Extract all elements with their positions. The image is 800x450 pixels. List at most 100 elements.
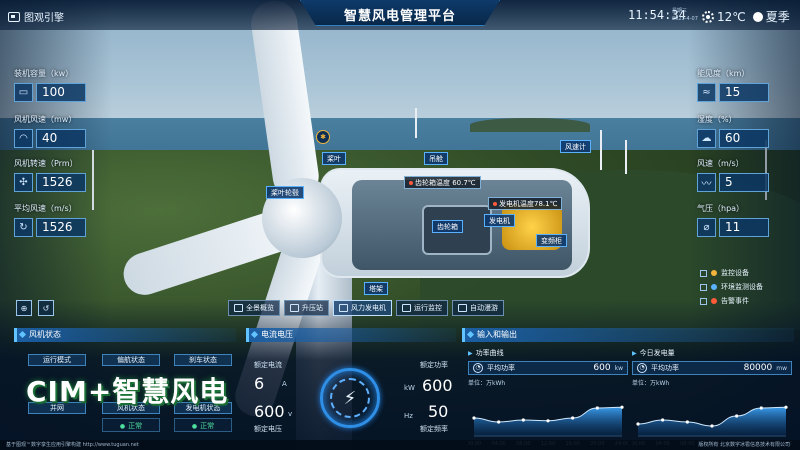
stat-installed-capacity: 装机容量（kw） ▭ 100 [14, 68, 86, 102]
nav-auto-tour[interactable]: 自动漫游 [452, 300, 504, 316]
map-legend: 监控设备 环境监测设备 告警事件 [700, 266, 782, 308]
watermark: CIM+智慧风电 [26, 375, 229, 408]
data-point [472, 416, 476, 420]
logo-icon [8, 11, 20, 22]
checkbox-icon[interactable] [700, 297, 707, 305]
power-unit: kW [404, 384, 415, 392]
locate-icon[interactable]: ⊕ [16, 300, 32, 316]
page-title: 智慧风电管理平台 [343, 9, 456, 24]
monitor-icon [402, 304, 411, 312]
monitor-pin-icon[interactable]: ✱ [316, 130, 330, 144]
callout-generator[interactable]: 发电机 [484, 214, 515, 227]
data-point [620, 405, 624, 409]
freq-label: 额定频率 [420, 425, 448, 433]
checkbox-icon[interactable] [700, 269, 707, 277]
lightning-icon: ⚡ [330, 378, 370, 418]
season-icon [752, 11, 763, 22]
generator-temp: 发电机温度78.1℃ [499, 200, 558, 208]
gearbox-temp-label[interactable]: 齿轮箱温度 60.7℃ [404, 176, 481, 189]
logo: 图观引擎 [8, 9, 64, 24]
kv-value: 600 [593, 363, 611, 373]
status-brake: 刹车状态 [174, 354, 232, 366]
nav-label: 风力发电机 [351, 304, 386, 312]
reset-view-icon[interactable]: ↺ [38, 300, 54, 316]
callout-hub[interactable]: 桨叶轮毂 [266, 186, 304, 199]
data-point [784, 405, 788, 409]
nav-monitoring[interactable]: 运行监控 [396, 300, 448, 316]
gauge-icon: ◔ [637, 363, 647, 373]
turbine-icon [339, 304, 348, 312]
freq-unit: Hz [404, 412, 413, 420]
kv-label: 平均功率 [651, 364, 679, 372]
nav-overview[interactable]: 全景概览 [228, 300, 280, 316]
data-point [546, 419, 550, 423]
chart-unit: 单位：万kWh [468, 380, 506, 387]
stat-pressure: 气压（hpa） ⌀ 11 [697, 203, 769, 237]
data-point [571, 416, 575, 420]
average-power-row: ◔ 平均功率 80000 mw [632, 361, 792, 375]
stat-value: 11 [719, 218, 769, 237]
footer-credit: 基于图观™数字孪生应用引擎构建 http://www.tuguan.net [6, 442, 139, 448]
stat-label: 装机容量（kw） [14, 69, 74, 78]
power-value: 600 [422, 376, 453, 395]
status-yaw: 偏航状态 [102, 354, 160, 366]
status-label: 偏航状态 [102, 354, 160, 366]
power-gauge: ⚡ [320, 368, 380, 428]
legend-environment[interactable]: 环境监测设备 [700, 280, 782, 294]
chart-unit: 单位：万kWh [632, 380, 670, 387]
checkbox-icon[interactable] [700, 283, 707, 291]
status-label: 运行模式 [28, 354, 86, 366]
status-label: 刹车状态 [174, 354, 232, 366]
nav-wind-turbine[interactable]: 风力发电机 [333, 300, 392, 316]
stat-label: 湿度（%） [697, 115, 737, 124]
average-power-row: ◔ 平均功率 600 kw [468, 361, 628, 375]
callout-gearbox[interactable]: 齿轮箱 [432, 220, 463, 233]
legend-alarm[interactable]: 告警事件 [700, 294, 782, 308]
current-unit: A [282, 380, 287, 388]
nav-label: 运行监控 [414, 304, 442, 312]
stat-value: 15 [719, 83, 769, 102]
kv-unit: mw [776, 364, 787, 372]
alert-dot-icon [409, 181, 413, 185]
stat-fan-wind-speed: 风机风速（mw） ◠ 40 [14, 114, 86, 148]
status-run-mode: 运行模式 [28, 354, 86, 366]
footer-copyright: 版权所有 北京数字冰雹信息技术有限公司 [698, 442, 790, 448]
electric-panel: 电流电压 额定电流 6 A 600 v 额定电压 ⚡ 额定功率 kW 600 H… [246, 328, 456, 450]
nav-label: 升压站 [302, 304, 323, 312]
panel-title: 电流电压 [246, 328, 456, 342]
legend-monitor[interactable]: 监控设备 [700, 266, 782, 280]
kv-label: 平均功率 [487, 364, 515, 372]
generator-temp-label[interactable]: 发电机温度78.1℃ [488, 197, 563, 210]
season: 夏季 [765, 10, 790, 24]
stat-label: 风机转速（Prm） [14, 159, 78, 168]
data-point [595, 406, 599, 410]
power-label: 额定功率 [420, 361, 448, 369]
current-value: 6 [254, 374, 265, 393]
tour-icon [458, 304, 467, 312]
stat-humidity: 湿度（%） ☁ 60 [697, 114, 769, 148]
callout-tower[interactable]: 塔架 [364, 282, 388, 295]
callout-nacelle[interactable]: 吊舱 [424, 152, 448, 165]
power-curve-chart: 功率曲线 ◔ 平均功率 600 kw 单位：万kWh 00:0004:0008:… [468, 348, 628, 450]
overview-icon [234, 304, 243, 312]
sun-icon [702, 10, 714, 23]
callout-blade[interactable]: 桨叶 [322, 152, 346, 165]
daily-output-chart: 今日发电量 ◔ 平均功率 80000 mw 单位：万kWh 00:0004:00… [632, 348, 792, 450]
nav-label: 自动漫游 [470, 304, 498, 312]
logo-text: 图观引擎 [24, 13, 64, 24]
camera-icon [711, 270, 717, 276]
kv-value: 80000 [743, 363, 773, 373]
stat-average-wind-speed: 平均风速（m/s） ↻ 1526 [14, 203, 86, 237]
callout-converter[interactable]: 变频柜 [536, 234, 567, 247]
current-label: 额定电流 [254, 361, 282, 369]
weather: 12℃ 夏季 [702, 8, 790, 25]
wind-icon: 〰 [697, 173, 716, 192]
fan-icon: ✣ [14, 173, 33, 192]
view-nav: 全景概览 升压站 风力发电机 运行监控 自动漫游 [228, 300, 504, 316]
stat-fan-rpm: 风机转速（Prm） ✣ 1526 [14, 158, 86, 192]
io-panel: 输入和输出 功率曲线 ◔ 平均功率 600 kw 单位：万kWh 00:0004… [462, 328, 794, 450]
footer: 基于图观™数字孪生应用引擎构建 http://www.tuguan.net 版权… [0, 440, 800, 450]
nav-substation[interactable]: 升压站 [284, 300, 329, 316]
status-value: 正常 [102, 418, 160, 432]
callout-anemometer[interactable]: 风速计 [560, 140, 591, 153]
